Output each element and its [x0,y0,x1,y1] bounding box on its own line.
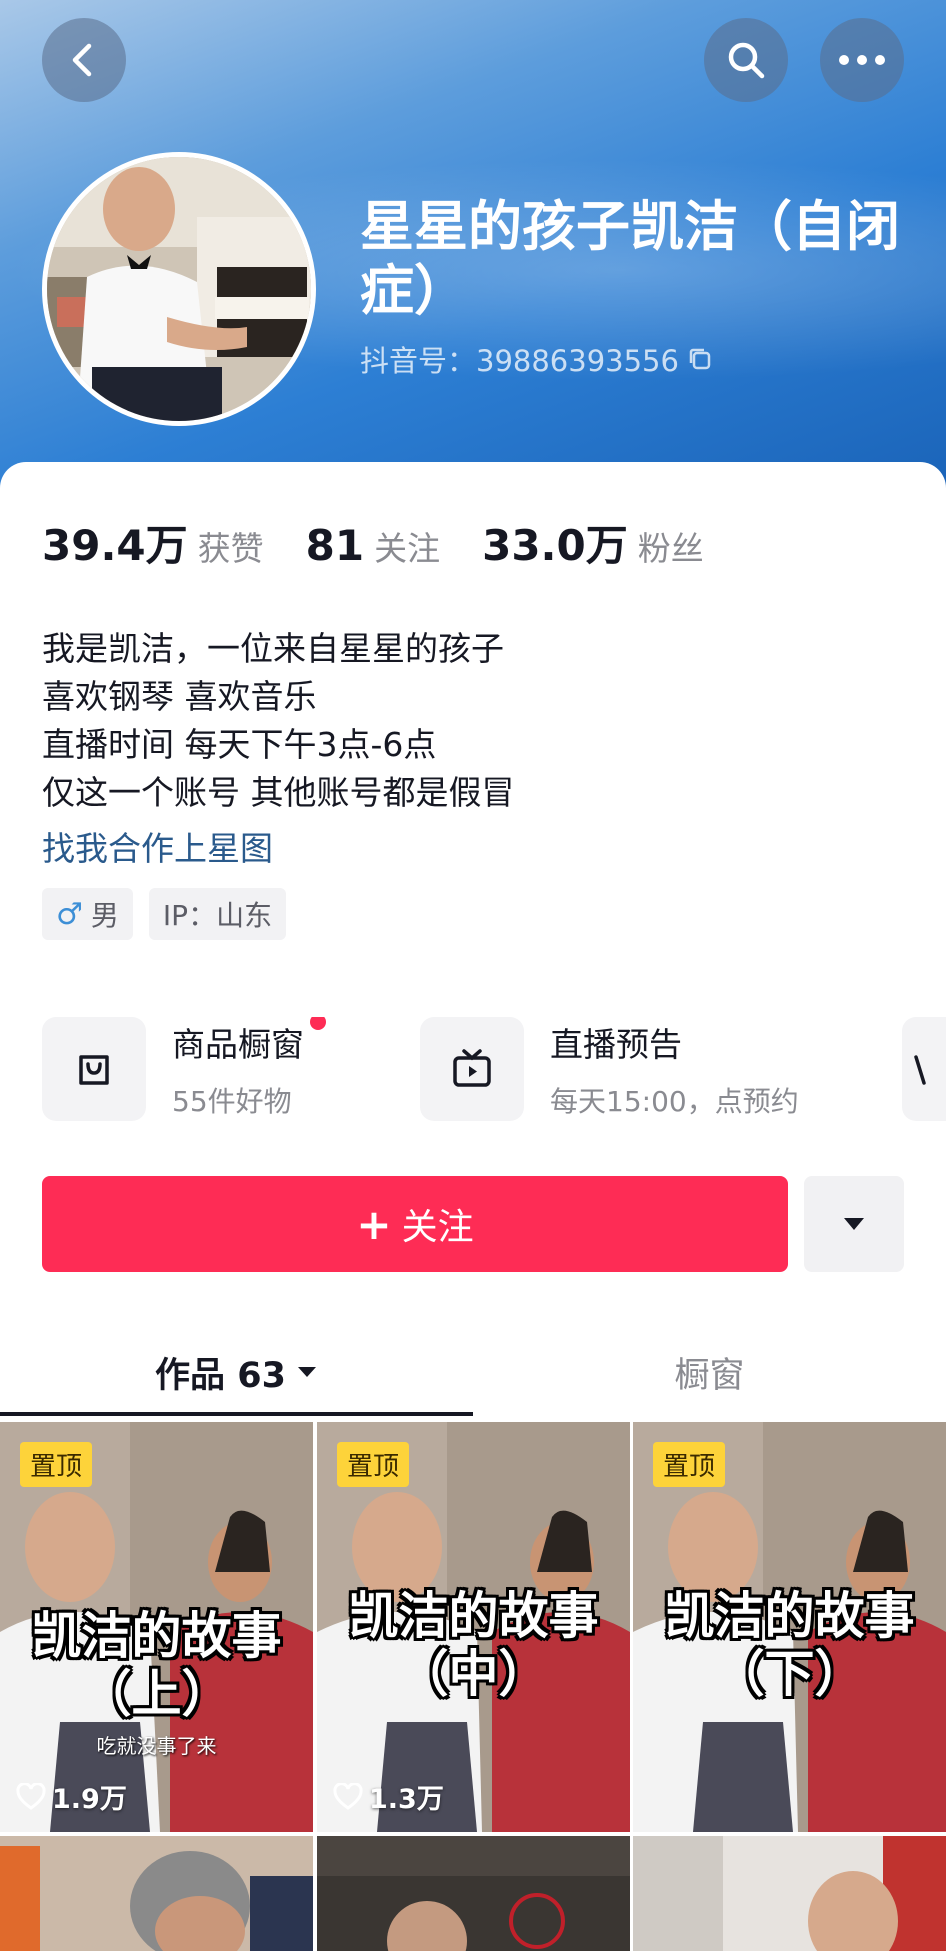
video-title-line: （下） [714,1645,865,1703]
likes-value: 1.3万 [369,1784,444,1815]
stat-label: 获赞 [197,529,264,568]
profile-tags: ♂ 男 IP：山东 [42,888,287,940]
likes-count: 1.9万 [16,1777,127,1816]
video-title: 凯洁的故事 （下） [633,1587,946,1703]
recommend-toggle-button[interactable] [804,1176,904,1272]
stat-value: 81 [305,521,365,570]
service-more[interactable] [902,1017,946,1121]
tab-label: 作品 63 [155,1355,286,1396]
shopping-bag-icon [42,1017,146,1121]
male-icon: ♂ [56,896,83,932]
likes-value: 1.9万 [52,1784,127,1815]
caret-down-icon [297,1367,316,1377]
video-thumbnail [317,1836,630,1951]
ip-location-tag: IP：山东 [148,888,287,940]
chevron-left-icon [72,43,92,77]
video-tile[interactable] [317,1836,630,1951]
bio: 我是凯洁，一位来自星星的孩子 喜欢钢琴 喜欢音乐 直播时间 每天下午3点-6点 … [42,625,515,817]
more-dots-icon [839,55,885,65]
follow-label: 关注 [401,1207,474,1248]
service-subtitle: 每天15:00，点预约 [550,1085,799,1118]
heart-icon [333,1782,363,1810]
video-title: 凯洁的故事 （中） [317,1587,630,1703]
video-thumbnail [0,1836,313,1951]
tab-works[interactable]: 作品 63 [0,1328,473,1416]
pinned-badge: 置顶 [337,1442,410,1487]
service-title: 直播预告 [550,1025,682,1064]
nickname: 星星的孩子凯洁（自闭症） [360,195,900,322]
service-live-preview[interactable]: 直播预告 每天15:00，点预约 [420,1017,799,1121]
caret-down-icon [844,1218,864,1230]
video-caption: 吃就没事了来 [96,1734,217,1758]
stat-likes[interactable]: 39.4万 获赞 [42,512,264,573]
tv-icon [420,1017,524,1121]
copy-icon[interactable] [687,346,713,372]
video-title-line: 凯洁的故事 [348,1587,599,1645]
video-tile[interactable]: 置顶 凯洁的故事 （中） 1.3万 [317,1422,630,1832]
back-button[interactable] [42,18,126,102]
follow-button[interactable]: + 关注 [42,1176,788,1272]
stat-label: 关注 [374,529,441,568]
services-row: 商品橱窗 55件好物 直播预告 每天15:00，点预约 [42,1017,946,1123]
pinned-badge: 置顶 [20,1442,93,1487]
service-subtitle: 55件好物 [172,1085,292,1118]
stat-followers[interactable]: 33.0万 粉丝 [482,512,704,573]
heart-icon [16,1782,46,1810]
video-tile[interactable]: 置顶 凯洁的故事 （下） [633,1422,946,1832]
douyin-id[interactable]: 抖音号：39886393556 [360,338,713,380]
video-thumbnail [633,1836,946,1951]
stats-row: 39.4万 获赞 81 关注 33.0万 粉丝 [42,512,746,573]
video-tile[interactable]: 置顶 凯洁的故事 （上） 吃就没事了来 1.9万 [0,1422,313,1832]
stat-value: 39.4万 [42,521,188,570]
stat-value: 33.0万 [482,521,628,570]
gender-tag: ♂ 男 [42,888,133,940]
video-title-line: （上） [81,1665,232,1723]
plus-icon: + [356,1199,392,1249]
video-tile[interactable] [0,1836,313,1951]
service-title: 商品橱窗 [172,1017,326,1066]
likes-count: 1.3万 [333,1777,444,1816]
bio-line: 仅这一个账号 其他账号都是假冒 [42,773,515,812]
service-shop-window[interactable]: 商品橱窗 55件好物 [42,1017,326,1121]
cup-icon [902,1017,946,1121]
video-title-line: （中） [398,1645,549,1703]
video-title-line: 凯洁的故事 [664,1587,915,1645]
video-title-line: 凯洁的故事 [31,1607,282,1665]
bio-line: 我是凯洁，一位来自星星的孩子 [42,629,504,668]
search-button[interactable] [704,18,788,102]
search-icon [728,42,765,79]
collaboration-link[interactable]: 找我合作上星图 [42,822,273,870]
ip-label: IP：山东 [162,899,273,932]
tab-indicator [0,1412,473,1416]
profile-header: 星星的孩子凯洁（自闭症） 抖音号：39886393556 [0,0,946,500]
stat-label: 粉丝 [637,529,704,568]
stat-following[interactable]: 81 关注 [306,521,440,570]
bio-line: 直播时间 每天下午3点-6点 [42,725,437,764]
tab-label: 橱窗 [674,1355,745,1396]
notification-dot [310,1017,326,1030]
avatar[interactable] [42,152,316,426]
tab-shop-window[interactable]: 橱窗 [473,1328,946,1416]
video-title: 凯洁的故事 （上） [0,1607,313,1723]
video-tile[interactable] [633,1836,946,1951]
service-title-text: 商品橱窗 [172,1025,304,1064]
bio-line: 喜欢钢琴 喜欢音乐 [42,677,317,716]
more-options-button[interactable] [820,18,904,102]
gender-label: 男 [90,899,119,932]
avatar-photo [47,157,311,421]
douyin-id-text: 抖音号：39886393556 [360,344,679,378]
pinned-badge: 置顶 [653,1442,726,1487]
content-tabs: 作品 63 橱窗 [0,1328,946,1416]
